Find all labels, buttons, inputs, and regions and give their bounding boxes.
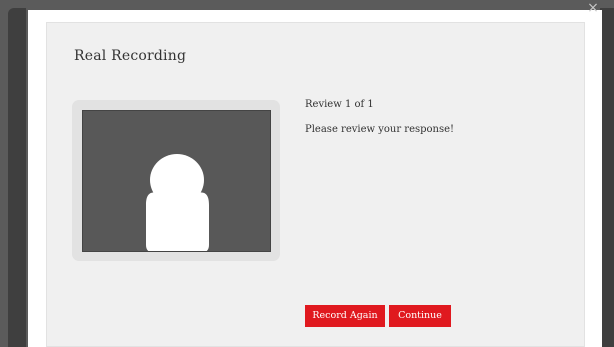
- background-page-edge-right: [600, 8, 614, 347]
- review-message: Please review your response!: [305, 124, 455, 135]
- close-icon[interactable]: ×: [585, 0, 601, 16]
- record-again-button[interactable]: Record Again: [305, 305, 385, 327]
- user-silhouette-icon: [146, 154, 209, 251]
- video-preview[interactable]: [82, 110, 271, 252]
- review-counter: Review 1 of 1: [305, 99, 374, 110]
- continue-button[interactable]: Continue: [389, 305, 451, 327]
- background-page-edge-left: [8, 8, 26, 347]
- dialog-title: Real Recording: [74, 48, 187, 64]
